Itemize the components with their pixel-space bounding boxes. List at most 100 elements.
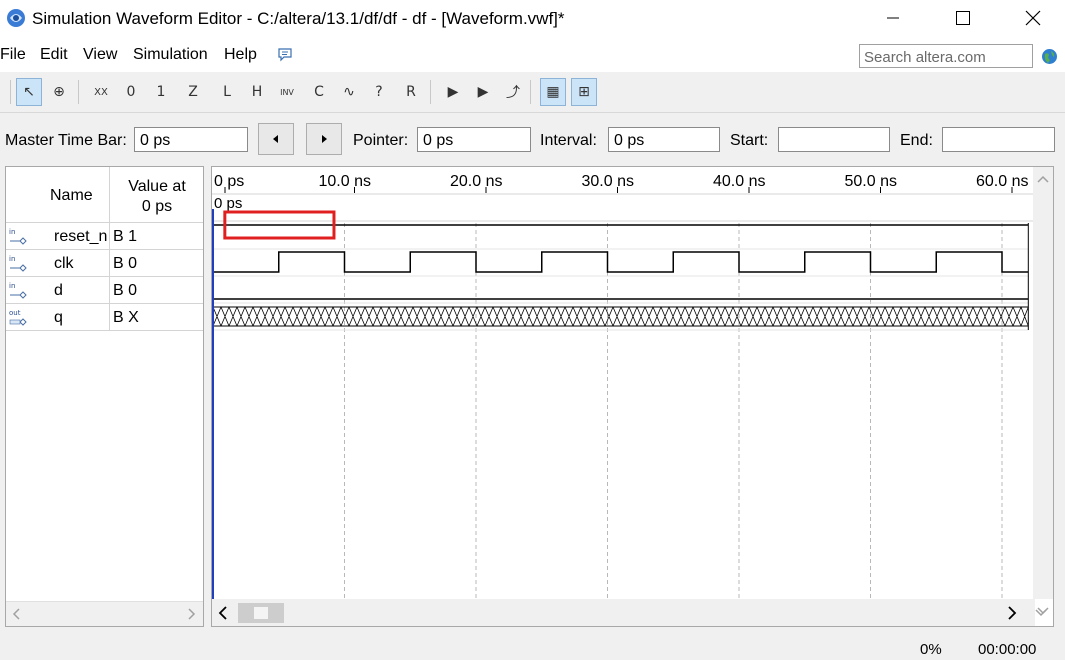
interval-label: Interval:: [540, 132, 597, 149]
name-column-header[interactable]: Name: [50, 187, 93, 205]
signal-list-horizontal-scrollbar[interactable]: [6, 601, 203, 626]
interval-input[interactable]: [612, 129, 721, 152]
arrow-right-icon: [322, 135, 327, 143]
force-low-button[interactable]: 0: [118, 78, 144, 106]
scroll-up-icon[interactable]: [1037, 175, 1049, 185]
q-unknown-value-pattern[interactable]: [212, 306, 1029, 327]
column-divider: [109, 223, 110, 250]
master-time-bar-input[interactable]: [138, 129, 249, 152]
waveform-canvas[interactable]: [212, 167, 1035, 599]
signal-value: B 0: [113, 255, 138, 272]
column-divider: [109, 277, 110, 304]
master-time-bar-field[interactable]: [134, 127, 249, 152]
menu-view[interactable]: View: [83, 46, 117, 64]
signal-value: B 1: [113, 228, 138, 245]
start-input[interactable]: [782, 129, 891, 152]
snap-to-grid-button[interactable]: ▦: [540, 78, 566, 106]
scroll-down-icon[interactable]: [1035, 607, 1047, 617]
signal-row-q[interactable]: out q B X: [6, 303, 203, 331]
run-functional-simulation-icon: ▶: [447, 84, 459, 100]
waveform-vertical-scrollbar[interactable]: [1033, 167, 1053, 615]
master-time-bar-label: Master Time Bar:: [5, 132, 127, 149]
menu-file[interactable]: File: [0, 46, 26, 64]
signal-row-d[interactable]: in d B 0: [6, 276, 203, 304]
weak-high-icon: H: [251, 84, 263, 100]
minimize-icon: [887, 17, 899, 19]
end-field[interactable]: [942, 127, 1056, 152]
zoom-tool-button[interactable]: ⊕: [46, 78, 72, 106]
svg-text:in: in: [9, 255, 15, 263]
generate-netlist-button[interactable]: ⤴: [500, 78, 526, 106]
run-timing-simulation-icon: ▶: [477, 84, 489, 100]
end-label: End:: [900, 132, 933, 149]
clock-value-button[interactable]: ∿: [336, 78, 362, 106]
window-title: Simulation Waveform Editor - C:/altera/1…: [32, 9, 565, 28]
toolbar-separator: [530, 80, 531, 104]
force-high-button[interactable]: 1: [148, 78, 174, 106]
signal-row-reset-n[interactable]: in reset_n B 1: [6, 222, 203, 250]
signal-value: B X: [113, 309, 139, 326]
scroll-right-icon[interactable]: [1007, 606, 1017, 620]
menu-simulation[interactable]: Simulation: [133, 46, 208, 64]
svg-text:in: in: [9, 228, 15, 236]
value-column-header[interactable]: Value at 0 ps: [114, 177, 200, 217]
clk-waveform[interactable]: [213, 251, 1029, 273]
end-input[interactable]: [946, 129, 1056, 152]
horizontal-scroll-thumb[interactable]: [238, 603, 284, 623]
scroll-left-icon[interactable]: [12, 608, 22, 620]
toolbar-separator: [430, 80, 431, 104]
signal-value: B 0: [113, 282, 138, 299]
title-bar: Simulation Waveform Editor - C:/altera/1…: [0, 0, 1065, 38]
count-value-button[interactable]: C: [306, 78, 332, 106]
column-divider: [109, 304, 110, 331]
scroll-left-icon[interactable]: [218, 606, 228, 620]
search-input[interactable]: [862, 46, 1034, 68]
globe-icon[interactable]: [1041, 48, 1058, 65]
value-header-line1: Value at: [128, 178, 186, 195]
signal-list-end-line: [6, 330, 203, 331]
high-impedance-button[interactable]: Z: [180, 78, 206, 106]
arbitrary-value-button[interactable]: ?: [366, 78, 392, 106]
random-value-button[interactable]: R: [398, 78, 424, 106]
waveform-display-panel[interactable]: 0 ps 10.0 ns 20.0 ns 30.0 ns 40.0 ns 50.0 ns 6…: [211, 166, 1054, 627]
menu-help[interactable]: Help: [224, 46, 257, 64]
quartus-app-icon: [7, 9, 25, 27]
grid-view-button[interactable]: ⊞: [571, 78, 597, 106]
close-icon: [1025, 10, 1041, 26]
selection-tool-button[interactable]: ↖: [16, 78, 42, 106]
pointer-input[interactable]: [421, 129, 532, 152]
next-transition-button[interactable]: [306, 123, 342, 155]
force-low-icon: 0: [126, 84, 136, 100]
interval-field[interactable]: [608, 127, 721, 152]
invert-button[interactable]: INV: [274, 78, 300, 106]
maximize-button[interactable]: [940, 0, 986, 36]
feedback-icon[interactable]: [277, 47, 293, 63]
pointer-field[interactable]: [417, 127, 532, 152]
waveform-horizontal-scrollbar[interactable]: [212, 599, 1035, 626]
weak-low-button[interactable]: L: [214, 78, 240, 106]
force-high-icon: 1: [156, 84, 166, 100]
run-functional-simulation-button[interactable]: ▶: [440, 78, 466, 106]
toolbar-separator: [10, 80, 11, 104]
previous-transition-button[interactable]: [258, 123, 294, 155]
minimize-button[interactable]: [870, 0, 916, 36]
progress-percentage: 0%: [920, 641, 942, 658]
output-pin-icon: out: [9, 309, 27, 326]
column-divider: [109, 167, 110, 222]
arbitrary-value-icon: ?: [375, 84, 383, 100]
signal-row-clk[interactable]: in clk B 0: [6, 249, 203, 277]
close-button[interactable]: [1010, 0, 1056, 36]
weak-high-button[interactable]: H: [244, 78, 270, 106]
time-bar-row: Master Time Bar: Pointer: Interval: Star…: [0, 113, 1065, 163]
unknown-value-button[interactable]: XX: [88, 78, 114, 106]
start-label: Start:: [730, 132, 769, 149]
pointer-label: Pointer:: [353, 132, 409, 149]
search-altera-field[interactable]: [859, 44, 1034, 68]
run-timing-simulation-button[interactable]: ▶: [470, 78, 496, 106]
start-field[interactable]: [778, 127, 891, 152]
elapsed-time: 00:00:00: [978, 641, 1037, 658]
menu-edit[interactable]: Edit: [40, 46, 68, 64]
toolbar-separator: [78, 80, 79, 104]
scroll-right-icon[interactable]: [186, 608, 196, 620]
snap-to-grid-icon: ▦: [546, 84, 560, 100]
